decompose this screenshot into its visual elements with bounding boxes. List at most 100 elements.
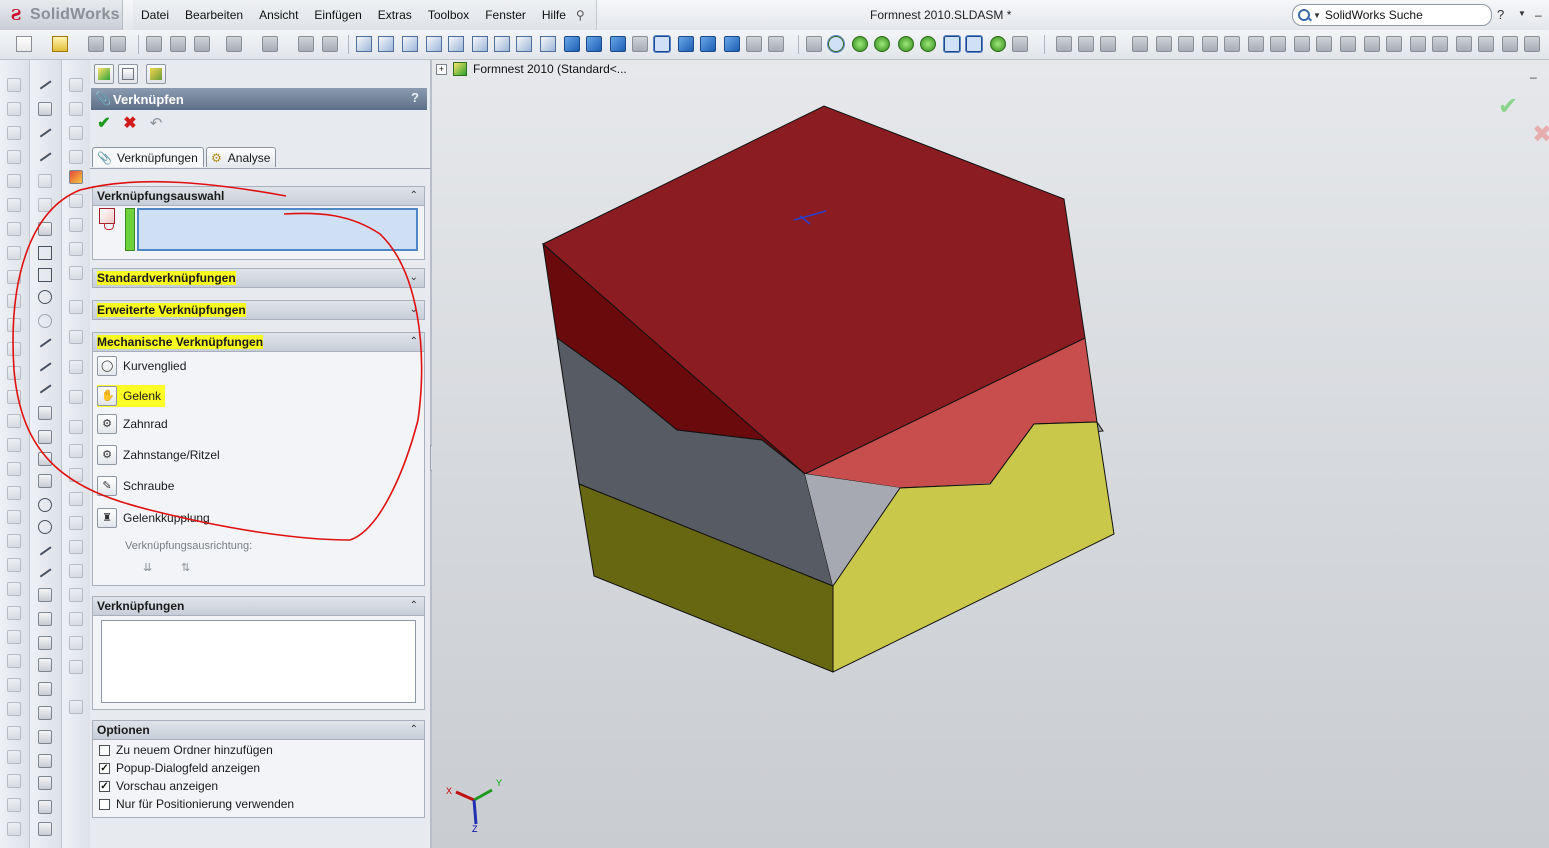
checkbox[interactable]: ✓: [99, 780, 110, 792]
feature-11-icon[interactable]: [1294, 36, 1310, 52]
tab-verknuepfungen[interactable]: 📎 Verknüpfungen: [92, 147, 204, 167]
relations-icon[interactable]: [38, 730, 52, 744]
rotate-component-icon[interactable]: [852, 36, 868, 52]
feature-icon[interactable]: [69, 78, 83, 92]
option-popup-dialog[interactable]: ✓ Popup-Dialogfeld anzeigen: [99, 760, 260, 776]
configuration-manager-tab[interactable]: [146, 64, 166, 84]
tool-icon[interactable]: [7, 102, 21, 116]
centerline-icon[interactable]: [38, 174, 52, 188]
feature-4-icon[interactable]: [1132, 36, 1148, 52]
fillet-icon[interactable]: [38, 498, 52, 512]
feature-20-icon[interactable]: [1502, 36, 1518, 52]
feature-icon[interactable]: [69, 300, 83, 314]
feature-icon[interactable]: [69, 420, 83, 434]
feature-manager-tab[interactable]: [94, 64, 114, 84]
tool-icon[interactable]: [7, 390, 21, 404]
clearance-icon[interactable]: [965, 35, 983, 53]
polygon-icon[interactable]: [38, 406, 52, 420]
options-header[interactable]: Optionen ⌃: [93, 721, 424, 740]
view-front-icon[interactable]: [356, 36, 372, 52]
tool-icon[interactable]: [7, 294, 21, 308]
feature-14-icon[interactable]: [1364, 36, 1380, 52]
advanced-mates-header[interactable]: Erweiterte Verknüpfungen ⌄: [93, 301, 424, 319]
feature-19-icon[interactable]: [1478, 36, 1494, 52]
spline-icon[interactable]: [38, 382, 52, 396]
pin-icon[interactable]: ⚲: [576, 8, 590, 22]
feature-icon[interactable]: [69, 516, 83, 530]
mass-properties-icon[interactable]: [1012, 36, 1028, 52]
move-entities-icon[interactable]: [38, 682, 52, 696]
zoom-area-icon[interactable]: [700, 36, 716, 52]
print-icon[interactable]: [110, 36, 126, 52]
feature-9-icon[interactable]: [1248, 36, 1264, 52]
tool-icon[interactable]: [7, 486, 21, 500]
rectangle-icon[interactable]: [38, 268, 52, 282]
feature-icon[interactable]: [69, 330, 83, 344]
collapse-chevron-icon[interactable]: ⌃: [410, 597, 418, 615]
aligned-icon[interactable]: ⇊: [143, 561, 159, 575]
mate-hinge[interactable]: ✋ Gelenk: [97, 385, 166, 407]
rotate-entities-icon[interactable]: [38, 706, 52, 720]
feature-icon[interactable]: [69, 636, 83, 650]
entities-to-mate-list[interactable]: [137, 208, 418, 251]
view-bottom-icon[interactable]: [472, 36, 488, 52]
feature-10-icon[interactable]: [1270, 36, 1286, 52]
feature-21-icon[interactable]: [1524, 36, 1540, 52]
tool-icon[interactable]: [7, 798, 21, 812]
feature-icon[interactable]: [69, 492, 83, 506]
tool-icon[interactable]: [7, 750, 21, 764]
circular-pattern-icon[interactable]: [38, 658, 52, 672]
chamfer-icon[interactable]: [38, 520, 52, 534]
undo-icon[interactable]: ↶: [146, 114, 166, 134]
quick-snaps-icon[interactable]: [38, 776, 52, 790]
view-left-icon[interactable]: [402, 36, 418, 52]
tool-icon[interactable]: [7, 150, 21, 164]
feature-17-icon[interactable]: [1432, 36, 1448, 52]
mirror-icon[interactable]: [38, 612, 52, 626]
search-input[interactable]: [1322, 7, 1487, 23]
tool-icon[interactable]: [7, 438, 21, 452]
save-icon[interactable]: [88, 36, 104, 52]
tool-icon[interactable]: [7, 414, 21, 428]
tool-icon[interactable]: [7, 822, 21, 836]
print-preview-icon[interactable]: [146, 36, 162, 52]
option-positioning-only[interactable]: Nur für Positionierung verwenden: [99, 796, 294, 812]
feature-8-icon[interactable]: [1224, 36, 1240, 52]
rebuild-icon[interactable]: [194, 36, 210, 52]
hidden-lines-icon[interactable]: [610, 36, 626, 52]
feature-icon[interactable]: [69, 102, 83, 116]
rectangle-icon[interactable]: [38, 246, 52, 260]
view-right-icon[interactable]: [426, 36, 442, 52]
trim-icon[interactable]: [38, 588, 52, 602]
zoom-fit-icon[interactable]: [678, 36, 694, 52]
menu-bearbeiten[interactable]: Bearbeiten: [177, 0, 251, 30]
tool-icon[interactable]: [7, 78, 21, 92]
tool-icon[interactable]: [7, 198, 21, 212]
feature-icon[interactable]: [69, 660, 83, 674]
mate-rack-pinion[interactable]: ⚙ Zahnstange/Ritzel: [97, 444, 220, 466]
tool-icon[interactable]: [7, 270, 21, 284]
option-new-folder[interactable]: Zu neuem Ordner hinzufügen: [99, 742, 273, 758]
feature-icon[interactable]: [69, 390, 83, 404]
line-icon[interactable]: [38, 126, 52, 140]
tool-icon[interactable]: [7, 678, 21, 692]
parallelogram-icon[interactable]: [38, 452, 52, 466]
section-view-icon[interactable]: [806, 36, 822, 52]
app-logo[interactable]: Ƨ SolidWorks: [0, 0, 123, 30]
cancel-x-icon[interactable]: ✖: [120, 114, 140, 134]
zoom-in-out-icon[interactable]: [724, 36, 740, 52]
collapse-chevron-icon[interactable]: ⌃: [410, 721, 418, 739]
tool-icon[interactable]: [7, 630, 21, 644]
point-icon[interactable]: [38, 198, 52, 212]
view-top-icon[interactable]: [448, 36, 464, 52]
menu-extras[interactable]: Extras: [370, 0, 420, 30]
feature-7-icon[interactable]: [1202, 36, 1218, 52]
anti-aligned-icon[interactable]: ⇅: [181, 561, 197, 575]
tool-icon[interactable]: [7, 702, 21, 716]
feature-icon[interactable]: [69, 194, 83, 208]
view-cube-icon[interactable]: [653, 35, 671, 53]
search-box[interactable]: ▼: [1292, 4, 1492, 26]
circle-icon[interactable]: [38, 290, 52, 304]
feature-6-icon[interactable]: [1178, 36, 1194, 52]
feature-icon[interactable]: [69, 588, 83, 602]
